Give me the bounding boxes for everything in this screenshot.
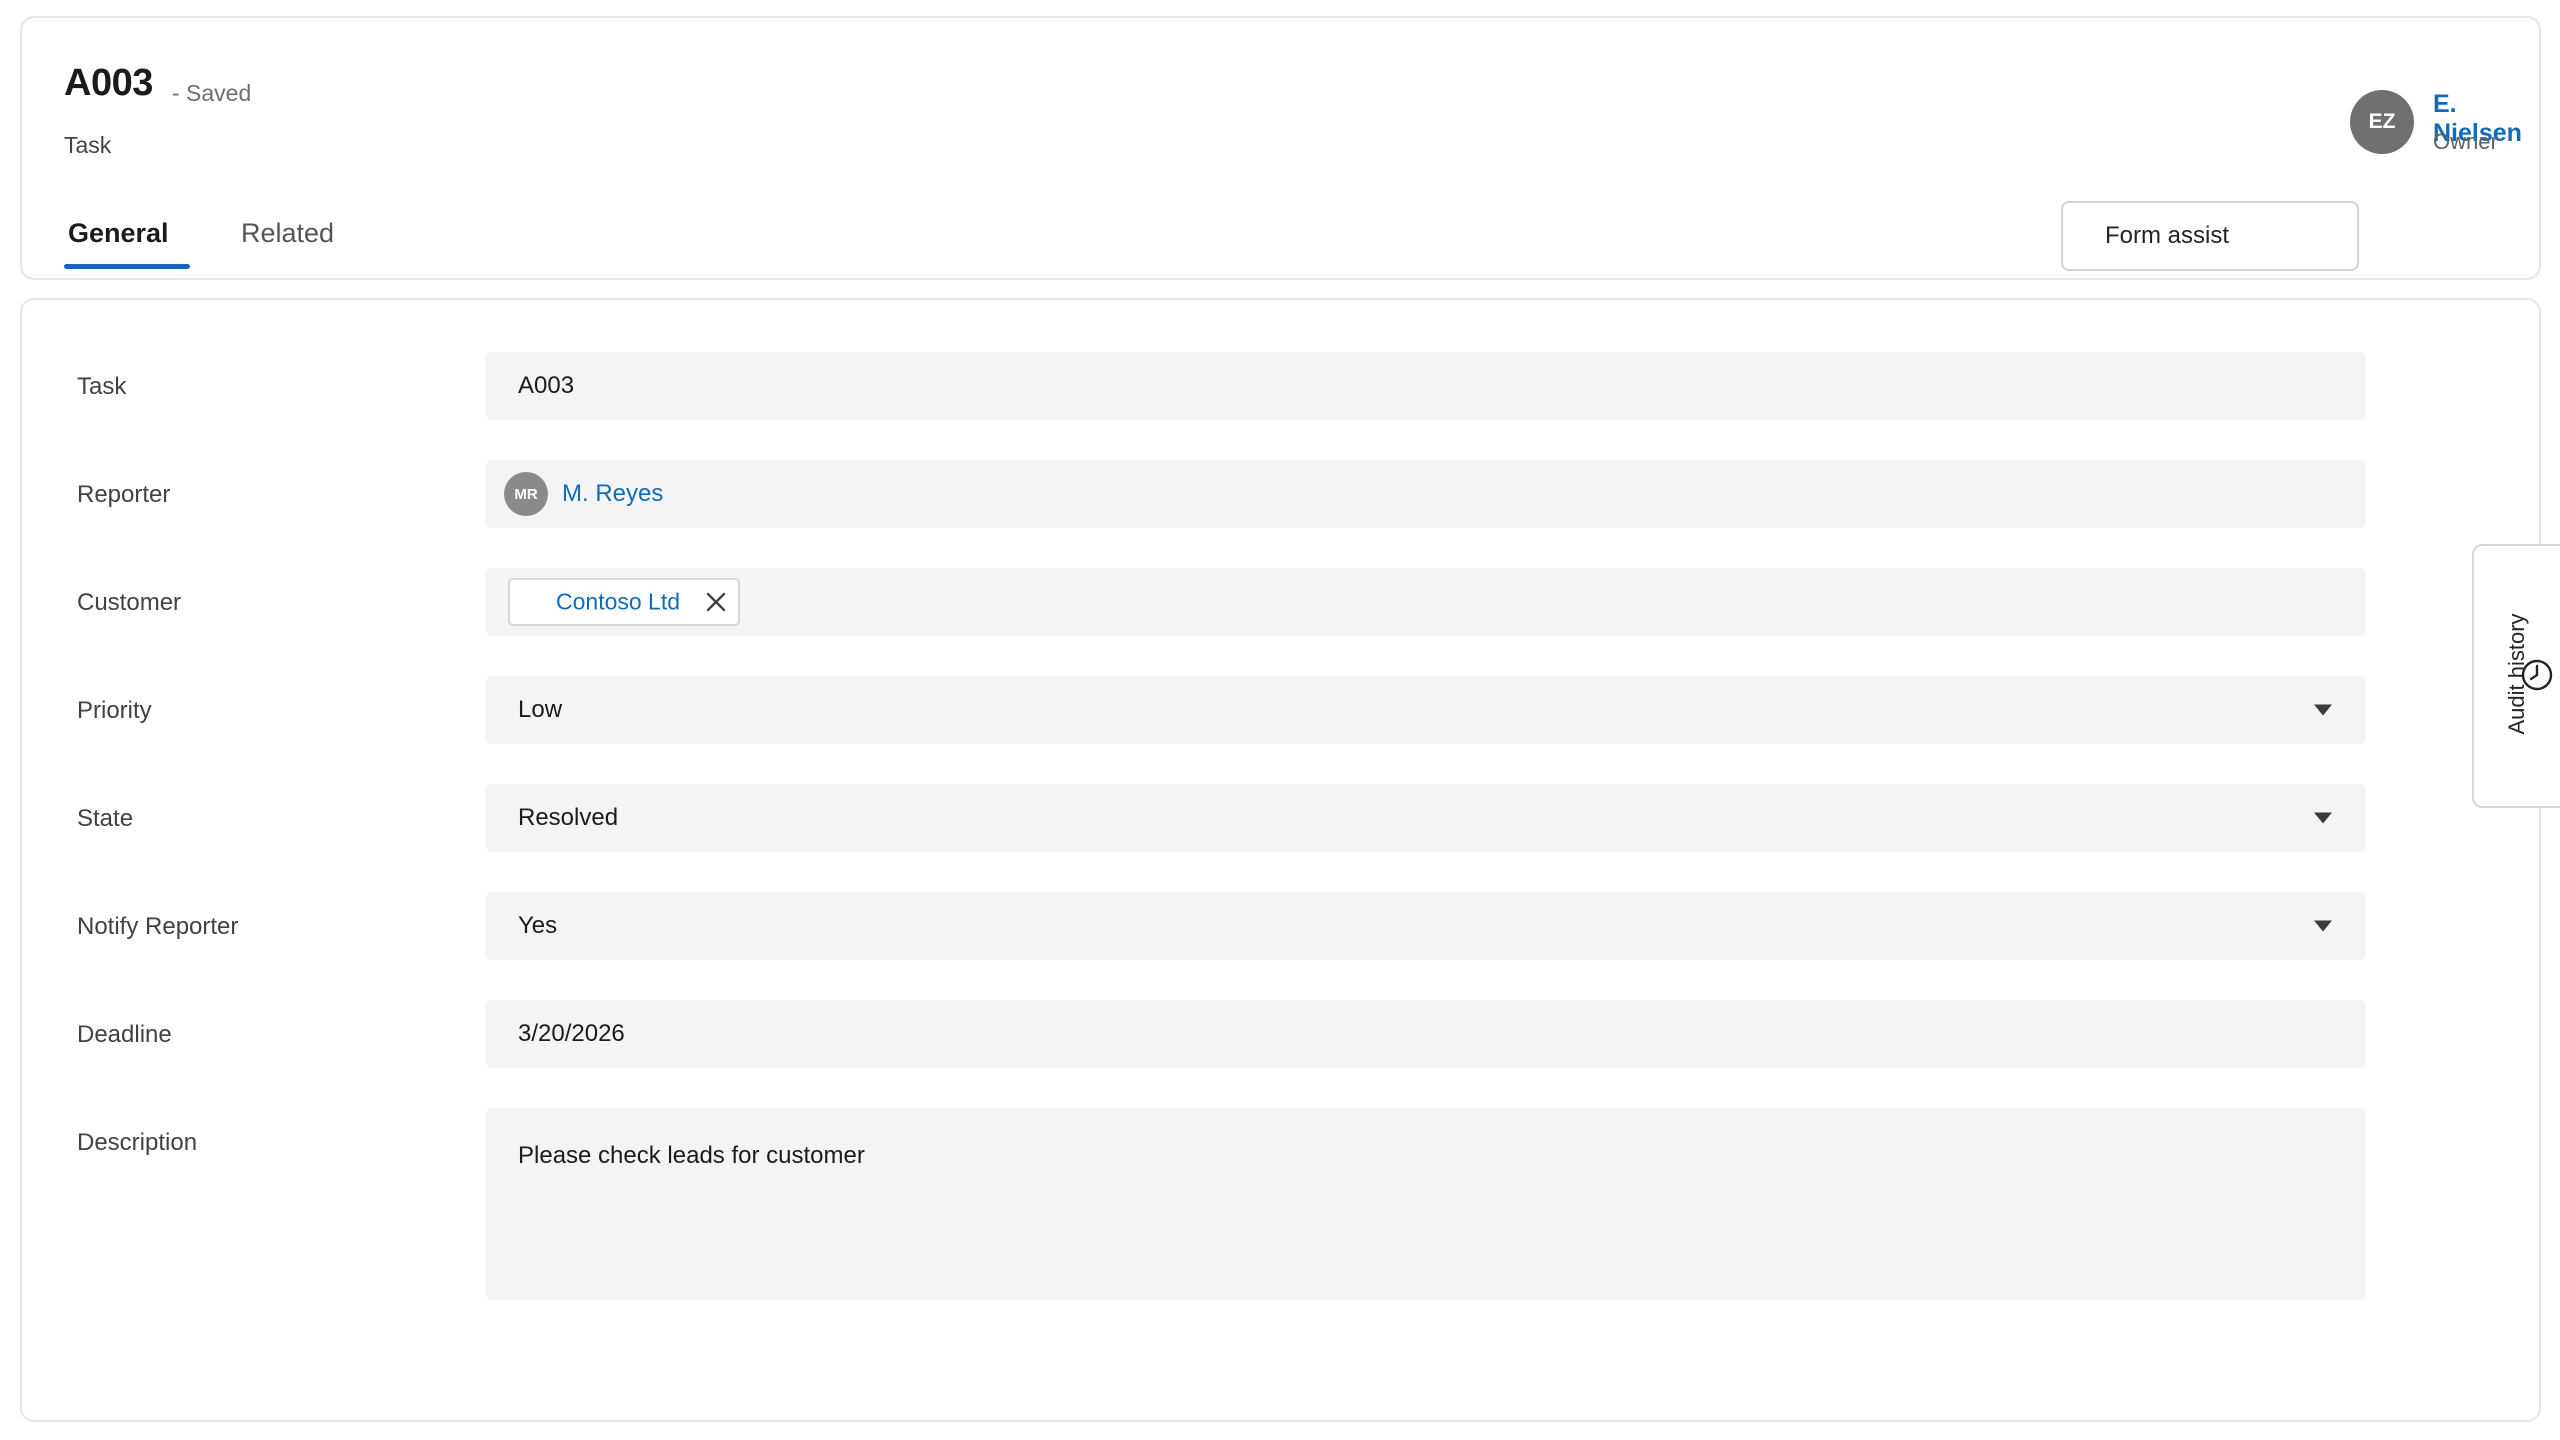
deadline-label: Deadline: [77, 1021, 172, 1048]
reporter-avatar: MR: [504, 472, 548, 516]
state-select[interactable]: Resolved: [486, 784, 2366, 852]
record-header: A003 - Saved Task General Related Form a…: [20, 16, 2541, 280]
reporter-label: Reporter: [77, 481, 171, 508]
priority-select[interactable]: Low: [486, 676, 2366, 744]
notify-reporter-value: Yes: [518, 912, 558, 939]
tab-general[interactable]: General: [68, 218, 169, 249]
customer-field[interactable]: Contoso Ltd: [486, 568, 2366, 636]
audit-history-tab[interactable]: Audit history: [2472, 544, 2560, 808]
description-textarea[interactable]: Please check leads for customer: [486, 1108, 2366, 1300]
chevron-down-icon[interactable]: [2314, 704, 2332, 716]
reporter-field[interactable]: MR M. Reyes: [486, 460, 2366, 528]
state-label: State: [77, 805, 134, 832]
description-label: Description: [77, 1129, 198, 1156]
close-icon[interactable]: [702, 588, 730, 616]
notify-reporter-label: Notify Reporter: [77, 913, 239, 940]
chevron-down-icon[interactable]: [2314, 920, 2332, 932]
save-status: - Saved: [172, 80, 252, 106]
reporter-link[interactable]: M. Reyes: [562, 480, 663, 508]
form-assist-button[interactable]: Form assist: [2061, 201, 2359, 271]
task-value: A003: [518, 372, 575, 399]
record-title: A003: [64, 62, 153, 104]
customer-label: Customer: [77, 589, 182, 616]
state-value: Resolved: [518, 804, 619, 831]
task-label: Task: [77, 373, 127, 400]
customer-link[interactable]: Contoso Ltd: [556, 589, 680, 616]
chevron-down-icon[interactable]: [2314, 812, 2332, 824]
description-value: Please check leads for customer: [518, 1142, 865, 1169]
priority-label: Priority: [77, 697, 152, 724]
tab-related[interactable]: Related: [241, 218, 334, 249]
owner-role-label: Owner: [2433, 129, 2498, 154]
task-field[interactable]: A003: [486, 352, 2366, 420]
general-form: Task A003 Reporter MR M. Reyes Customer …: [20, 298, 2541, 1422]
deadline-value: 3/20/2026: [518, 1020, 625, 1047]
priority-value: Low: [518, 696, 563, 723]
owner-avatar[interactable]: EZ: [2350, 90, 2414, 154]
customer-lookup-tag[interactable]: Contoso Ltd: [508, 578, 740, 626]
active-tab-indicator: [64, 264, 190, 269]
notify-reporter-select[interactable]: Yes: [486, 892, 2366, 960]
entity-type-label: Task: [64, 132, 112, 158]
clock-icon: [2521, 659, 2553, 691]
deadline-field[interactable]: 3/20/2026: [486, 1000, 2366, 1068]
